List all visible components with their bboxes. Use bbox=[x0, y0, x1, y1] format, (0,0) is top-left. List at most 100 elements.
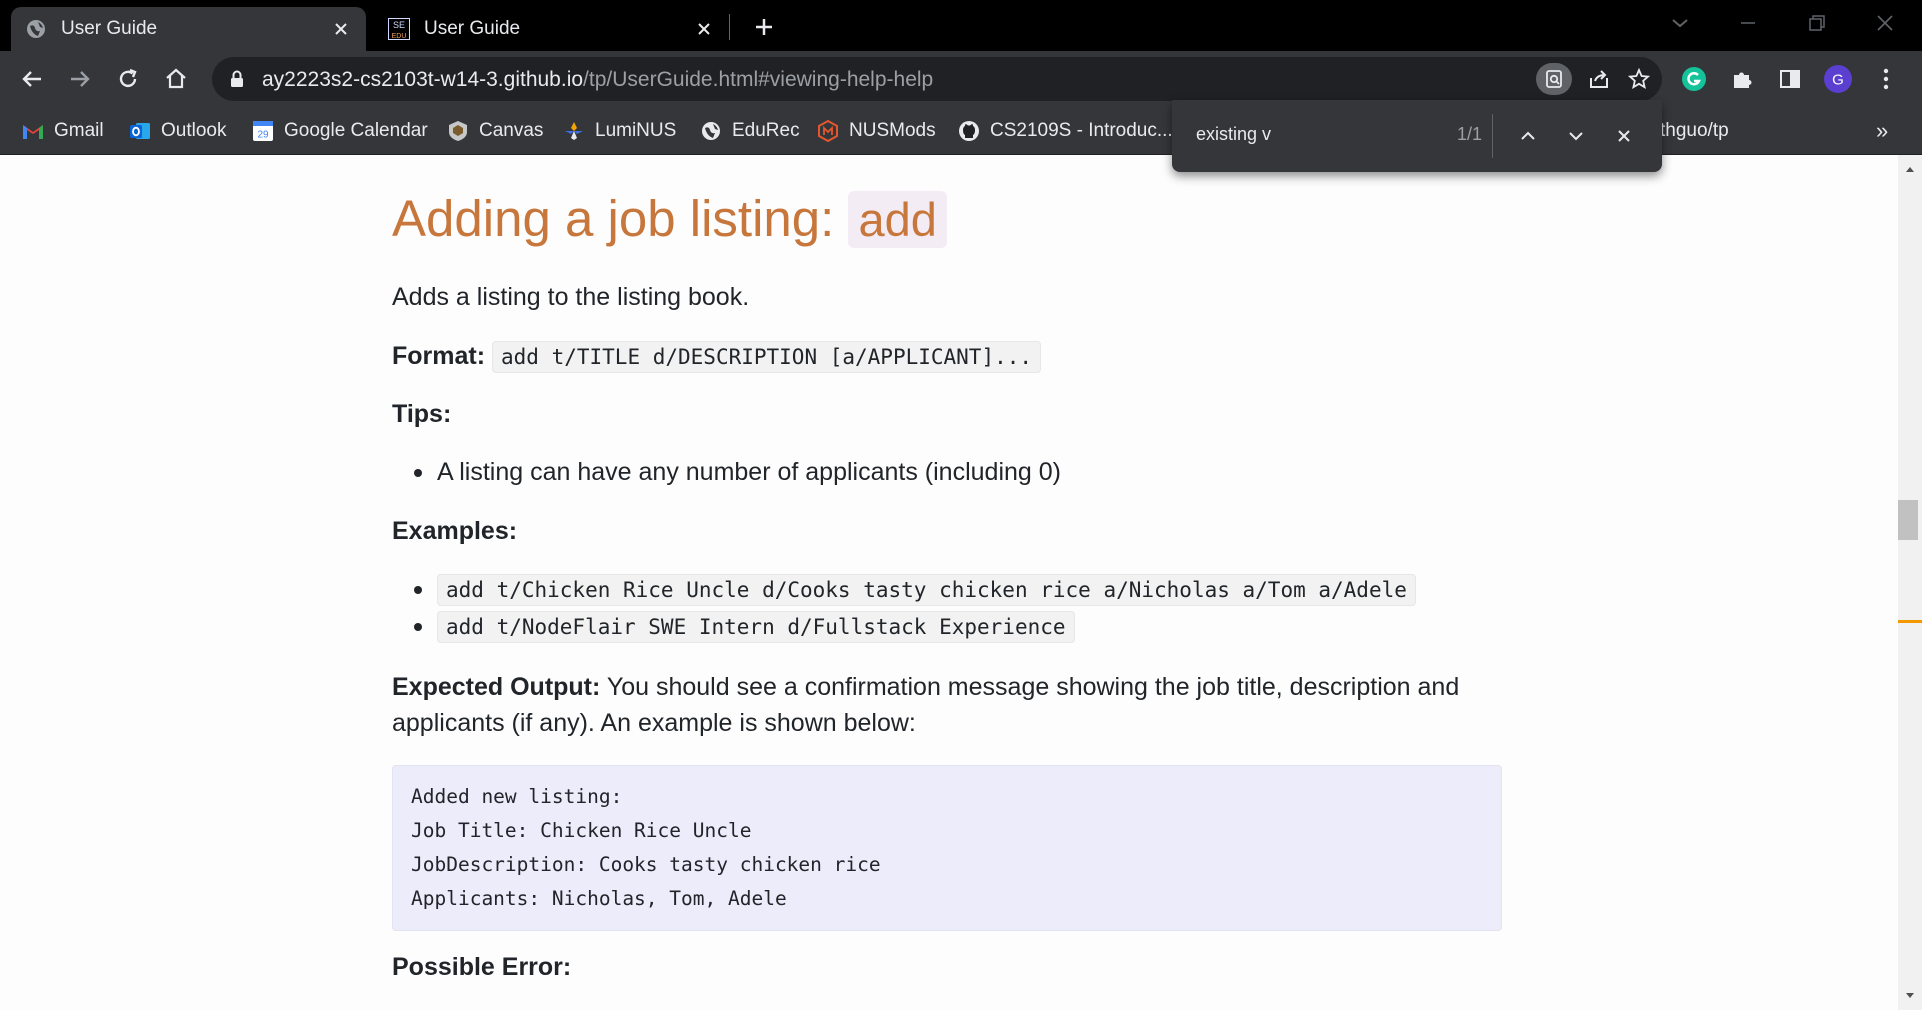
tab-title: User Guide bbox=[61, 18, 158, 39]
lock-icon[interactable] bbox=[228, 69, 248, 89]
find-in-page-icon[interactable] bbox=[1536, 63, 1572, 95]
expected-output-line1: Expected Output: You should see a confir… bbox=[392, 673, 1460, 701]
heading-text: Adding a job listing: bbox=[392, 190, 849, 247]
bookmark-label: Google Calendar bbox=[284, 120, 428, 141]
bookmark-star-icon[interactable] bbox=[1622, 63, 1656, 95]
bookmark-label: NUSMods bbox=[849, 120, 936, 141]
page-scrollbar[interactable] bbox=[1898, 155, 1922, 1010]
intro-text: Adds a listing to the listing book. bbox=[392, 283, 750, 311]
list-item: add t/Chicken Rice Uncle d/Cooks tasty c… bbox=[392, 571, 1416, 608]
extensions-puzzle-icon[interactable] bbox=[1725, 62, 1759, 96]
bookmark-google-calendar[interactable]: 29 Google Calendar bbox=[252, 116, 428, 146]
bookmark-label: Canvas bbox=[479, 120, 544, 141]
canvas-icon bbox=[447, 120, 469, 142]
luminus-icon bbox=[563, 120, 585, 142]
bookmark-label: Outlook bbox=[161, 120, 227, 141]
svg-text:G: G bbox=[1832, 72, 1844, 89]
calendar-icon: 29 bbox=[252, 120, 274, 142]
format-line: Format: add t/TITLE d/DESCRIPTION [a/APP… bbox=[392, 338, 1042, 375]
expected-output-line2: applicants (if any). An example is shown… bbox=[392, 709, 916, 737]
share-icon[interactable] bbox=[1582, 63, 1616, 95]
examples-list: add t/Chicken Rice Uncle d/Cooks tasty c… bbox=[392, 571, 1416, 645]
scroll-up-arrow-icon[interactable] bbox=[1898, 157, 1922, 181]
tips-list: A listing can have any number of applica… bbox=[392, 454, 1061, 490]
close-tab-icon[interactable] bbox=[330, 18, 352, 40]
restore-icon[interactable] bbox=[1792, 8, 1842, 38]
tips-label: Tips: bbox=[392, 400, 452, 428]
github-icon bbox=[958, 120, 980, 142]
back-icon[interactable] bbox=[14, 61, 50, 97]
format-code: add t/TITLE d/DESCRIPTION [a/APPLICANT].… bbox=[492, 341, 1042, 373]
output-line: Job Title: Chicken Rice Uncle bbox=[411, 819, 752, 842]
new-tab-icon[interactable] bbox=[748, 11, 780, 43]
minimize-icon[interactable] bbox=[1723, 8, 1773, 38]
nusmods-icon bbox=[817, 120, 839, 142]
expected-output-label: Expected Output: bbox=[392, 673, 601, 701]
format-label: Format: bbox=[392, 342, 486, 370]
svg-text:SE: SE bbox=[393, 20, 405, 30]
output-line: JobDescription: Cooks tasty chicken rice bbox=[411, 853, 881, 876]
bookmark-label: CS2109S - Introduc... bbox=[990, 120, 1173, 141]
find-next-icon[interactable] bbox=[1560, 120, 1592, 152]
tab-user-guide[interactable]: SE EDU User Guide bbox=[374, 7, 729, 51]
find-previous-icon[interactable] bbox=[1512, 120, 1544, 152]
close-tab-icon[interactable] bbox=[693, 18, 715, 40]
address-bar[interactable]: ay2223s2-cs2103t-w14-3.github.io/tp/User… bbox=[212, 57, 1662, 101]
bookmark-label: EduRec bbox=[732, 120, 800, 141]
se-edu-icon: SE EDU bbox=[388, 18, 410, 40]
reload-icon[interactable] bbox=[110, 61, 146, 97]
bookmarks-overflow-icon: » bbox=[1876, 118, 1889, 143]
globe-icon bbox=[700, 120, 722, 142]
svg-text:EDU: EDU bbox=[392, 33, 407, 40]
menu-kebab-icon[interactable] bbox=[1869, 62, 1903, 96]
bookmark-canvas[interactable]: Canvas bbox=[447, 116, 543, 146]
find-match-count: 1/1 bbox=[1456, 124, 1482, 144]
tab-strip: User Guide SE EDU User Guide bbox=[0, 0, 1922, 51]
page-viewport: Adding a job listing: add Adds a listing… bbox=[0, 155, 1898, 1010]
svg-text:29: 29 bbox=[257, 130, 269, 141]
section-heading: Adding a job listing: add bbox=[392, 189, 947, 248]
url-host: ay2223s2-cs2103t-w14-3.github.io bbox=[262, 68, 584, 91]
gmail-icon bbox=[22, 120, 44, 142]
tab-user-guide-active[interactable]: User Guide bbox=[11, 7, 366, 51]
find-separator bbox=[1492, 114, 1493, 158]
possible-error-label: Possible Error: bbox=[392, 953, 572, 981]
forward-icon[interactable] bbox=[62, 61, 98, 97]
output-line: Added new listing: bbox=[411, 785, 623, 808]
example-code: add t/NodeFlair SWE Intern d/Fullstack E… bbox=[437, 611, 1075, 643]
tab-separator bbox=[729, 14, 730, 40]
bookmark-gmail[interactable]: Gmail bbox=[22, 116, 104, 146]
bookmark-nusmods[interactable]: NUSMods bbox=[817, 116, 936, 146]
url-text: ay2223s2-cs2103t-w14-3.github.io/tp/User… bbox=[262, 68, 933, 92]
find-bar: existing v 1/1 bbox=[1172, 100, 1662, 172]
output-code-block: Added new listing: Job Title: Chicken Ric… bbox=[392, 765, 1502, 931]
find-input[interactable]: existing v bbox=[1196, 124, 1271, 145]
bookmark-edurec[interactable]: EduRec bbox=[700, 116, 800, 146]
examples-label: Examples: bbox=[392, 517, 518, 545]
bookmark-luminus[interactable]: LumiNUS bbox=[563, 116, 676, 146]
bookmarks-overflow-button[interactable]: » bbox=[1876, 116, 1888, 146]
list-item: add t/NodeFlair SWE Intern d/Fullstack E… bbox=[392, 608, 1416, 645]
bookmark-label: Gmail bbox=[54, 120, 104, 141]
bookmark-cs2109s[interactable]: CS2109S - Introduc... bbox=[958, 116, 1173, 146]
globe-icon bbox=[25, 18, 47, 40]
list-item: A listing can have any number of applica… bbox=[392, 454, 1061, 490]
bookmark-outlook[interactable]: Outlook bbox=[129, 116, 226, 146]
outlook-icon bbox=[129, 120, 151, 142]
example-code: add t/Chicken Rice Uncle d/Cooks tasty c… bbox=[437, 574, 1416, 606]
bookmark-label: LumiNUS bbox=[595, 120, 677, 141]
scrollbar-thumb[interactable] bbox=[1898, 500, 1918, 540]
heading-command-code: add bbox=[848, 191, 947, 248]
bookmark-thguo-tp[interactable]: thguo/tp bbox=[1660, 116, 1729, 146]
close-window-icon[interactable] bbox=[1860, 8, 1910, 38]
home-icon[interactable] bbox=[158, 61, 194, 97]
find-match-marker bbox=[1898, 620, 1922, 623]
scroll-down-arrow-icon[interactable] bbox=[1898, 984, 1922, 1008]
profile-avatar[interactable]: G bbox=[1821, 62, 1855, 96]
url-path: /tp/UserGuide.html#viewing-help-help bbox=[583, 68, 934, 91]
tab-title: User Guide bbox=[424, 18, 521, 39]
grammarly-icon[interactable] bbox=[1677, 62, 1711, 96]
tab-search-chevron-icon[interactable] bbox=[1655, 8, 1705, 38]
find-close-icon[interactable] bbox=[1608, 120, 1640, 152]
side-panel-icon[interactable] bbox=[1773, 62, 1807, 96]
